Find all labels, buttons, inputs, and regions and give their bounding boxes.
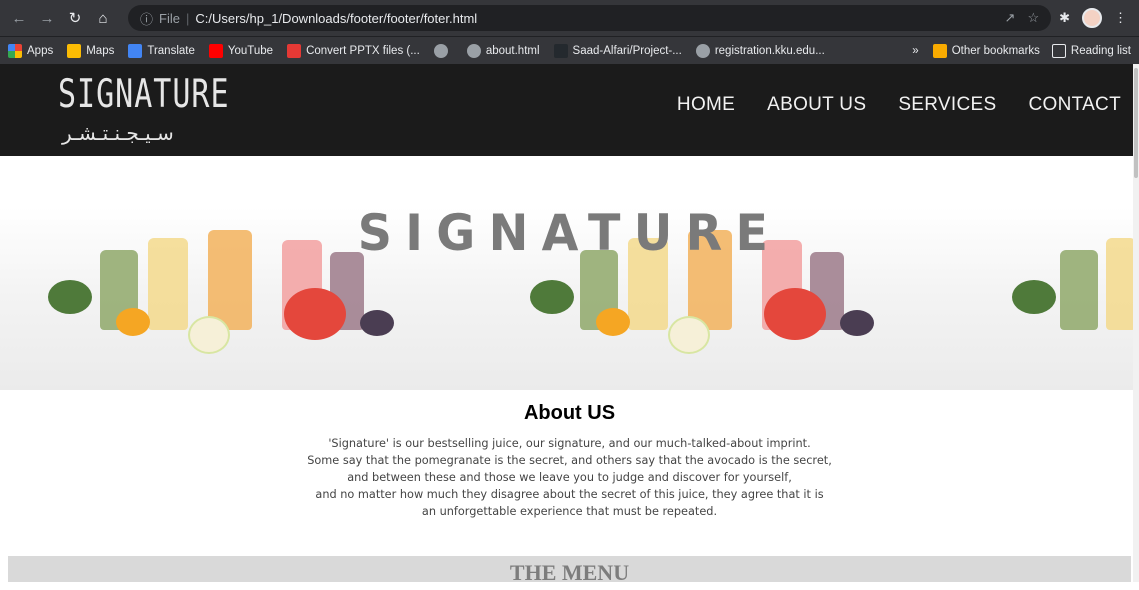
- bookmark-item[interactable]: Maps: [67, 43, 115, 58]
- pdf-icon: [287, 43, 302, 58]
- site-logo[interactable]: SIGNATURE سـيـجـنـتـشـر: [58, 72, 230, 145]
- broccoli-3: [1012, 280, 1056, 314]
- nav-services[interactable]: SERVICES: [898, 94, 996, 116]
- hero-banner: SIGNATURE: [0, 156, 1139, 390]
- hero-title: SIGNATURE: [357, 204, 782, 262]
- maps-pin-icon: [67, 43, 82, 58]
- about-section: About US 'Signature' is our bestselling …: [0, 390, 1139, 520]
- bookmark-item[interactable]: [433, 43, 453, 58]
- back-icon[interactable]: ←: [8, 10, 30, 27]
- bookmark-item[interactable]: Saad-Alfari/Project-...: [553, 43, 682, 58]
- globe-icon: [695, 43, 710, 58]
- nav-about-us[interactable]: ABOUT US: [767, 94, 866, 116]
- nav-contact[interactable]: CONTACT: [1028, 94, 1121, 116]
- main-nav: HOME ABOUT US SERVICES CONTACT: [645, 94, 1121, 116]
- bottle-green-3: [1060, 250, 1098, 330]
- bookmark-label: registration.kku.edu...: [714, 44, 825, 57]
- orange-slice-2: [596, 308, 630, 336]
- home-icon[interactable]: ⌂: [92, 10, 114, 27]
- nav-home[interactable]: HOME: [677, 94, 735, 116]
- bookmark-label: Maps: [86, 44, 115, 57]
- tomato-slice-2: [764, 288, 826, 340]
- github-icon: [553, 43, 568, 58]
- info-icon[interactable]: ⓘ: [140, 9, 153, 28]
- folder-icon: [932, 43, 947, 58]
- about-line-4: and no matter how much they disagree abo…: [315, 488, 824, 501]
- about-line-2: Some say that the pomegranate is the sec…: [307, 454, 832, 467]
- menu-section-header: THE MENU: [8, 556, 1131, 585]
- address-bar[interactable]: ⓘ File | C:/Users/hp_1/Downloads/footer/…: [128, 5, 1052, 31]
- reading-list-icon: [1051, 43, 1066, 58]
- youtube-icon: [208, 43, 223, 58]
- apps-grid-icon: [8, 43, 22, 58]
- bookmark-label: Apps: [27, 44, 54, 57]
- share-icon[interactable]: ↗: [1005, 10, 1016, 26]
- bookmark-item[interactable]: about.html: [466, 43, 540, 58]
- globe-icon: [466, 43, 481, 58]
- menu-title: THE MENU: [509, 560, 630, 585]
- url-scheme: File: [159, 10, 180, 26]
- logo-arabic: سـيـجـنـتـشـر: [62, 121, 174, 145]
- bookmark-label: Convert PPTX files (...: [306, 44, 420, 57]
- bookmarks-bar: Apps Maps Translate YouTube Convert PPTX fil…: [0, 36, 1139, 64]
- bookmark-label: about.html: [485, 44, 540, 57]
- menu-kebab-icon[interactable]: ⋮: [1114, 10, 1127, 26]
- apple-half: [188, 316, 230, 354]
- browser-toolbar: ← → ↻ ⌂ ⓘ File | C:/Users/hp_1/Downloads…: [0, 0, 1139, 36]
- bookmark-label: Saad-Alfari/Project-...: [572, 44, 682, 57]
- broccoli-2: [530, 280, 574, 314]
- bookmark-item[interactable]: Apps: [8, 43, 54, 58]
- site-header: SIGNATURE سـيـجـنـتـشـر HOME ABOUT US SE…: [0, 64, 1139, 156]
- berries-2: [840, 310, 874, 336]
- bookmark-label: Translate: [147, 44, 195, 57]
- logo-latin: SIGNATURE: [58, 72, 230, 118]
- other-bookmarks-label: Other bookmarks: [951, 44, 1040, 57]
- page-scrollbar[interactable]: [1133, 64, 1139, 582]
- bookmark-item[interactable]: Convert PPTX files (...: [287, 43, 420, 58]
- reading-list-label: Reading list: [1070, 44, 1131, 57]
- about-heading: About US: [523, 402, 616, 424]
- url-text: C:/Users/hp_1/Downloads/footer/footer/fo…: [195, 10, 478, 26]
- bookmark-label: YouTube: [227, 44, 274, 57]
- scrollbar-thumb[interactable]: [1134, 68, 1138, 178]
- bookmark-item[interactable]: registration.kku.edu...: [695, 43, 825, 58]
- forward-icon[interactable]: →: [36, 10, 58, 27]
- reload-icon[interactable]: ↻: [64, 9, 86, 27]
- apple-half-2: [668, 316, 710, 354]
- broccoli: [48, 280, 92, 314]
- translate-icon: [128, 43, 143, 58]
- extensions-puzzle-icon[interactable]: ✱: [1059, 10, 1070, 26]
- bookmark-item[interactable]: YouTube: [208, 43, 274, 58]
- about-line-3: and between these and those we leave you…: [347, 471, 792, 484]
- other-bookmarks[interactable]: Other bookmarks: [932, 43, 1040, 58]
- reading-list[interactable]: Reading list: [1051, 43, 1131, 58]
- bookmarks-overflow-button[interactable]: »: [912, 45, 918, 57]
- about-line-5: an unforgettable experience that must be…: [421, 505, 718, 518]
- orange-slice: [116, 308, 150, 336]
- tomato-slice: [284, 288, 346, 340]
- globe-icon: [433, 43, 448, 58]
- about-line-1: 'Signature' is our bestselling juice, ou…: [328, 437, 811, 450]
- profile-avatar[interactable]: [1082, 8, 1102, 28]
- berries: [360, 310, 394, 336]
- bookmark-item[interactable]: Translate: [128, 43, 195, 58]
- url-separator: |: [185, 10, 190, 26]
- bookmark-star-icon[interactable]: ☆: [1027, 10, 1039, 26]
